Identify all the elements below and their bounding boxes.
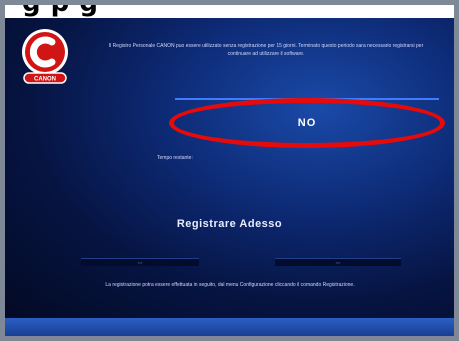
footer-instructions: La registrazione potra essere effettuata… <box>105 282 355 288</box>
trial-info-text: Il Registro Personale CANON puo essere u… <box>108 43 424 57</box>
right-button[interactable]: >> <box>275 258 401 266</box>
registration-window: CANON Il Registro Personale CANON puo es… <box>5 18 454 318</box>
red-highlight-ellipse <box>169 98 445 148</box>
register-now-heading: Registrare Adesso <box>176 218 283 230</box>
top-caption: g p g <box>22 0 99 18</box>
remaining-time-label: Tempo restante: <box>157 155 193 161</box>
bottom-bar <box>5 318 454 336</box>
canon-logo-icon: CANON <box>22 29 68 84</box>
left-button[interactable]: << <box>81 258 199 266</box>
logo-label: CANON <box>34 77 56 83</box>
